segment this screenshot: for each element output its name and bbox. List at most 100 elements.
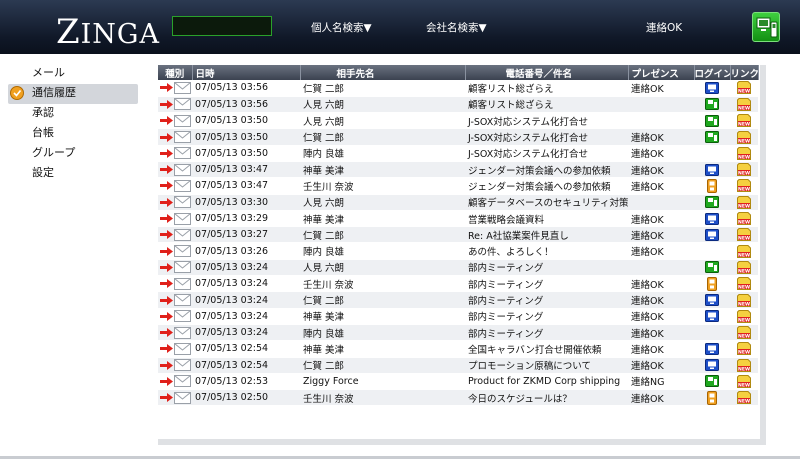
subject-cell[interactable]: 全国キャラバン打合せ開催依頼 [465,340,628,358]
name-cell[interactable]: 人見 六朗 [300,96,465,114]
subject-cell[interactable]: 顧客リスト総ざらえ [465,80,628,97]
name-cell[interactable]: 仁賀 二郎 [300,128,465,146]
pc-login-icon[interactable] [705,81,719,94]
company-name-search-dropdown[interactable]: 会社名検索▼ [426,20,487,35]
subject-cell[interactable]: 部内ミーティング [465,324,628,342]
new-link-icon[interactable]: NEW [737,326,751,340]
subject-cell[interactable]: 営業戦略会議資料 [465,210,628,228]
pc-login-icon[interactable] [705,212,719,225]
table-row[interactable]: 07/05/13 02:54 神華 美津 全国キャラバン打合せ開催依頼 連絡OK NEW [158,340,758,358]
name-cell[interactable]: 神華 美津 [300,161,465,179]
table-row[interactable]: 07/05/13 03:24 陣内 良雄 部内ミーティング 連絡OK NEW [158,324,758,342]
subject-cell[interactable]: ジェンダー対策会議への参加依頼 [465,177,628,195]
subject-cell[interactable]: プロモーション原稿について [465,357,628,374]
column-header-link[interactable]: リンク [730,65,759,80]
sidebar-item-settings[interactable]: 設定 [8,164,138,184]
mobile-login-icon[interactable] [707,276,717,291]
subject-cell[interactable]: 部内ミーティング [465,275,628,293]
sidebar-item-approval[interactable]: 承認 [8,104,138,124]
new-link-icon[interactable]: NEW [737,277,751,291]
new-link-icon[interactable]: NEW [737,81,751,95]
person-name-search-dropdown[interactable]: 個人名検索▼ [311,20,372,35]
pc-login-icon[interactable] [705,342,719,355]
new-link-icon[interactable]: NEW [737,179,751,193]
new-link-icon[interactable]: NEW [737,114,751,128]
sidebar-item-history[interactable]: 通信履歴 [8,84,138,104]
search-input[interactable] [172,16,272,36]
table-row[interactable]: 07/05/13 03:26 陣内 良雄 あの件、よろしく！ 連絡OK NEW [158,242,758,260]
column-header-login[interactable]: ログイン [694,65,731,80]
pc-login-icon[interactable] [705,228,719,241]
column-header-type[interactable]: 種別 [158,65,193,80]
name-cell[interactable]: 神華 美津 [300,340,465,358]
name-cell[interactable]: 仁賀 二郎 [300,291,465,309]
name-cell[interactable]: Ziggy Force [300,373,465,391]
pc-login-icon[interactable] [705,294,719,306]
table-row[interactable]: 07/05/13 03:29 神華 美津 営業戦略会議資料 連絡OK NEW [158,210,758,228]
phone-login-icon[interactable] [705,261,719,274]
table-row[interactable]: 07/05/13 02:50 壬生川 奈波 今日のスケジュールは？ 連絡OK NEW [158,389,758,407]
name-cell[interactable]: 陣内 良雄 [300,324,465,342]
subject-cell[interactable]: 部内ミーティング [465,291,628,309]
new-link-icon[interactable]: NEW [737,228,751,242]
table-row[interactable]: 07/05/13 03:50 人見 六朗 J-SOX対応システム化打合せ NEW [158,112,758,130]
table-row[interactable]: 07/05/13 02:54 仁賀 二郎 プロモーション原稿について 連絡OK NEW [158,357,758,374]
phone-login-icon[interactable] [705,375,719,388]
table-row[interactable]: 07/05/13 03:56 人見 六朗 顧客リスト総ざらえ NEW [158,96,758,114]
new-link-icon[interactable]: NEW [737,342,751,356]
table-row[interactable]: 07/05/13 02:53 Ziggy Force Product for ZKM… [158,373,758,391]
table-row[interactable]: 07/05/13 03:27 仁賀 二郎 Re: A社協業案件見直し 連絡OK NEW [158,226,758,244]
phone-login-icon[interactable] [705,196,719,209]
subject-cell[interactable]: J-SOX対応システム化打合せ [465,128,628,146]
name-cell[interactable]: 神華 美津 [300,210,465,228]
new-link-icon[interactable]: NEW [737,163,751,177]
table-row[interactable]: 07/05/13 03:47 神華 美津 ジェンダー対策会議への参加依頼 連絡OK NE… [158,161,758,179]
table-row[interactable]: 07/05/13 03:50 陣内 良雄 J-SOX対応システム化打合せ 連絡OK NE… [158,145,758,162]
mobile-login-icon[interactable] [707,390,717,405]
subject-cell[interactable]: 顧客データベースのセキュリティ対策 [465,194,628,211]
new-link-icon[interactable]: NEW [737,195,751,209]
phone-device-button[interactable] [752,12,780,42]
phone-login-icon[interactable] [705,131,719,144]
new-link-icon[interactable]: NEW [737,309,751,323]
pc-login-icon[interactable] [705,359,719,372]
table-row[interactable]: 07/05/13 03:24 壬生川 奈波 部内ミーティング 連絡OK NEW [158,275,758,293]
name-cell[interactable]: 人見 六朗 [300,112,465,130]
new-link-icon[interactable]: NEW [737,293,751,307]
mobile-login-icon[interactable] [707,178,717,193]
subject-cell[interactable]: Re: A社協業案件見直し [465,226,628,244]
subject-cell[interactable]: あの件、よろしく！ [465,242,628,260]
subject-cell[interactable]: Product for ZKMD Corp shipping [465,373,628,391]
table-row[interactable]: 07/05/13 03:47 壬生川 奈波 ジェンダー対策会議への参加依頼 連絡OK N… [158,177,758,195]
phone-login-icon[interactable] [705,114,719,127]
name-cell[interactable]: 人見 六朗 [300,194,465,211]
name-cell[interactable]: 仁賀 二郎 [300,80,465,97]
new-link-icon[interactable]: NEW [737,374,751,388]
name-cell[interactable]: 神華 美津 [300,308,465,325]
new-link-icon[interactable]: NEW [737,130,751,144]
new-link-icon[interactable]: NEW [737,244,751,258]
name-cell[interactable]: 陣内 良雄 [300,145,465,162]
subject-cell[interactable]: J-SOX対応システム化打合せ [465,112,628,130]
new-link-icon[interactable]: NEW [737,146,751,160]
subject-cell[interactable]: ジェンダー対策会議への参加依頼 [465,161,628,179]
table-row[interactable]: 07/05/13 03:24 神華 美津 部内ミーティング 連絡OK NEW [158,308,758,325]
table-row[interactable]: 07/05/13 03:50 仁賀 二郎 J-SOX対応システム化打合せ 連絡OK NE… [158,128,758,146]
table-row[interactable]: 07/05/13 03:56 仁賀 二郎 顧客リスト総ざらえ 連絡OK NEW [158,80,758,97]
column-header-subject[interactable]: 電話番号／件名 [465,65,629,80]
name-cell[interactable]: 壬生川 奈波 [300,275,465,293]
sidebar-item-mail[interactable]: メール [8,64,138,84]
name-cell[interactable]: 仁賀 二郎 [300,357,465,374]
name-cell[interactable]: 陣内 良雄 [300,242,465,260]
subject-cell[interactable]: 顧客リスト総ざらえ [465,96,628,114]
phone-login-icon[interactable] [705,98,719,111]
name-cell[interactable]: 人見 六朗 [300,259,465,277]
pc-login-icon[interactable] [705,310,719,323]
column-header-datetime[interactable]: 日時 [192,65,301,80]
new-link-icon[interactable]: NEW [737,358,751,372]
column-header-name[interactable]: 相手先名 [300,65,466,80]
table-row[interactable]: 07/05/13 03:24 仁賀 二郎 部内ミーティング 連絡OK NEW [158,291,758,309]
table-row[interactable]: 07/05/13 03:30 人見 六朗 顧客データベースのセキュリティ対策 NEW [158,194,758,211]
pc-login-icon[interactable] [705,163,719,176]
subject-cell[interactable]: 部内ミーティング [465,259,628,277]
